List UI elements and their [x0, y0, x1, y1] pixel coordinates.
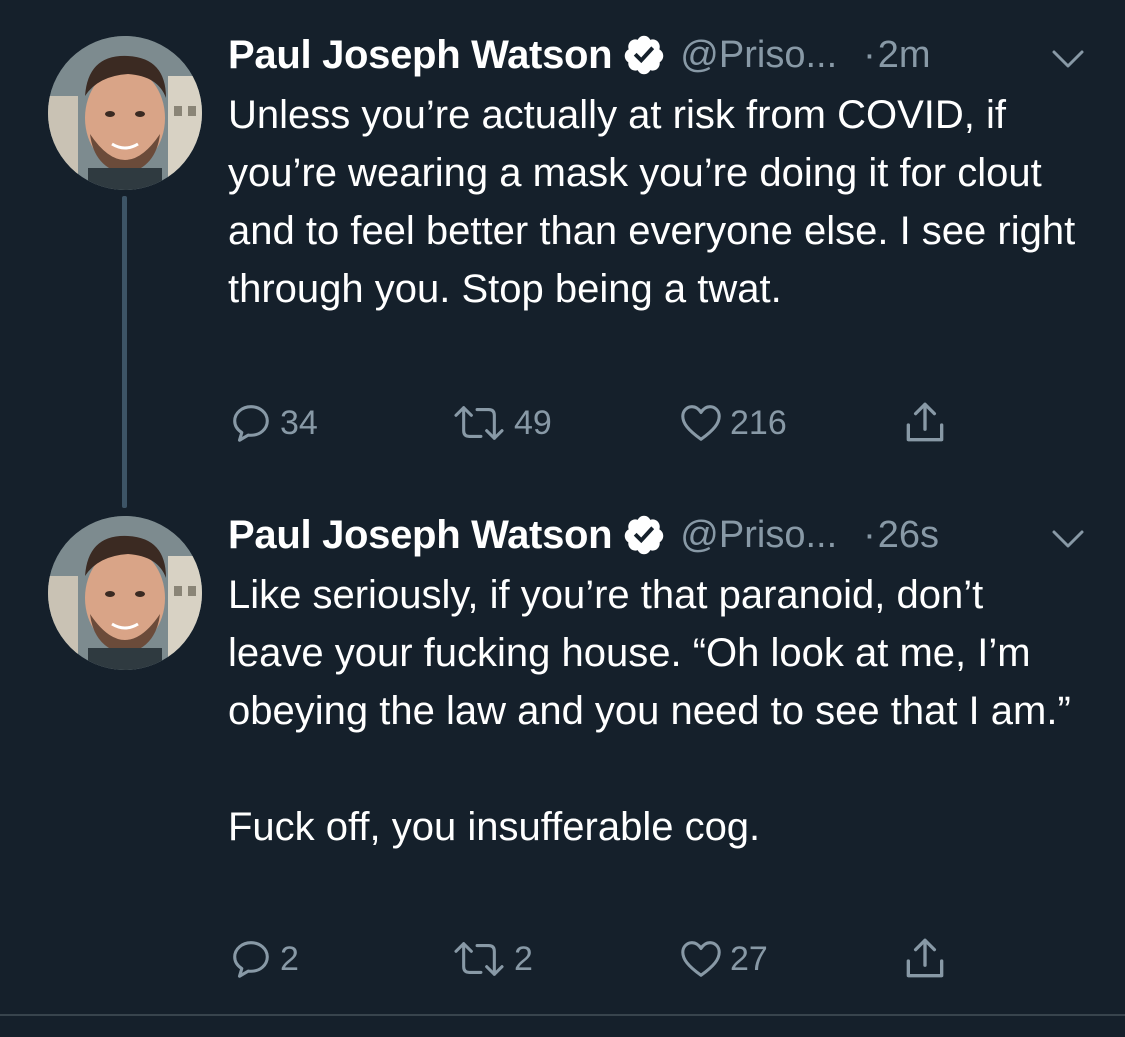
reply-button[interactable]: 34 [228, 398, 318, 448]
timestamp[interactable]: 26s [878, 514, 939, 557]
reply-icon [233, 941, 269, 978]
avatar-image [48, 516, 202, 670]
share-icon [906, 402, 944, 442]
tweet-text: Unless you’re actually at risk from COVI… [228, 86, 1088, 318]
avatar[interactable] [48, 516, 202, 670]
like-count: 216 [730, 403, 787, 442]
heart-icon [681, 941, 721, 977]
retweet-button[interactable]: 2 [450, 934, 533, 984]
author-handle[interactable]: @Priso... [680, 34, 837, 77]
tweet-paragraph: Like seriously, if you’re that paranoid,… [228, 573, 1071, 733]
tweet-header: Paul Joseph Watson @Priso... · 2m [228, 30, 931, 80]
heart-icon [681, 405, 721, 441]
tweet-header: Paul Joseph Watson @Priso... · 26s [228, 510, 939, 560]
reply-icon [233, 405, 269, 442]
tweet-1[interactable]: Paul Joseph Watson @Priso... · 2m Unless… [0, 0, 1125, 508]
retweet-count: 2 [514, 939, 533, 978]
share-icon [906, 938, 944, 978]
like-button[interactable]: 216 [678, 398, 787, 448]
author-name[interactable]: Paul Joseph Watson [228, 33, 613, 78]
tweet-2[interactable]: Paul Joseph Watson @Priso... · 26s Like … [0, 492, 1125, 1014]
retweet-icon [454, 942, 504, 976]
chevron-down-icon[interactable] [1051, 528, 1085, 550]
verified-badge-icon [625, 515, 664, 555]
avatar[interactable] [48, 36, 202, 190]
tweet-text: Like seriously, if you’re that paranoid,… [228, 566, 1088, 856]
verified-badge-icon [625, 35, 664, 75]
chevron-down-icon[interactable] [1051, 48, 1085, 70]
share-button[interactable] [900, 934, 950, 984]
thread-line [122, 196, 127, 508]
reply-count: 2 [280, 939, 299, 978]
retweet-button[interactable]: 49 [450, 398, 552, 448]
tweet-paragraph: Fuck off, you insufferable cog. [228, 805, 761, 849]
reply-count: 34 [280, 403, 318, 442]
author-name[interactable]: Paul Joseph Watson [228, 513, 613, 558]
tweet-paragraph: Unless you’re actually at risk from COVI… [228, 93, 1076, 311]
share-button[interactable] [900, 398, 950, 448]
like-count: 27 [730, 939, 768, 978]
separator-dot: · [863, 513, 876, 556]
separator-dot: · [863, 33, 876, 76]
timeline-divider [0, 1014, 1125, 1016]
retweet-icon [454, 406, 504, 440]
reply-button[interactable]: 2 [228, 934, 299, 984]
timestamp[interactable]: 2m [878, 34, 931, 77]
avatar-image [48, 36, 202, 190]
author-handle[interactable]: @Priso... [680, 514, 837, 557]
like-button[interactable]: 27 [678, 934, 768, 984]
retweet-count: 49 [514, 403, 552, 442]
